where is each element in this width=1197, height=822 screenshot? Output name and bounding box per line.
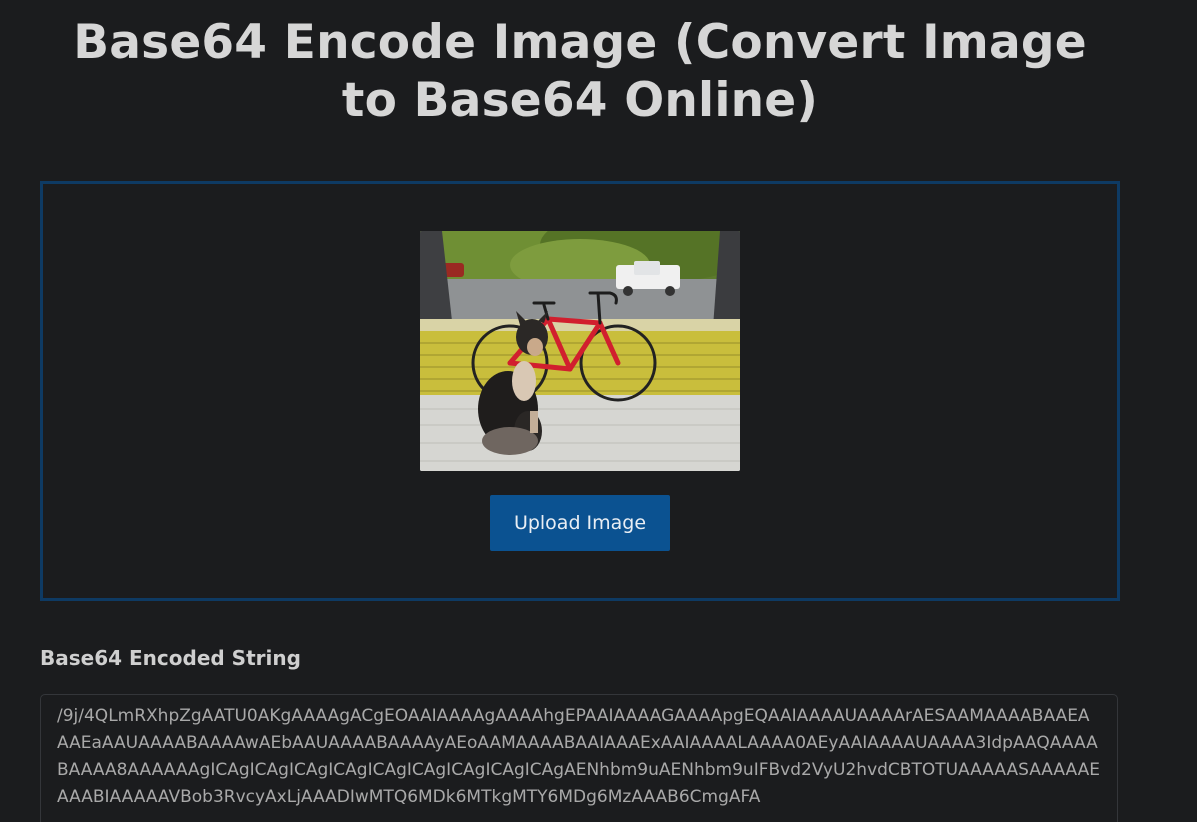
preview-photo bbox=[420, 231, 740, 471]
page: Base64 Encode Image (Convert Image to Ba… bbox=[0, 0, 1197, 822]
page-title: Base64 Encode Image (Convert Image to Ba… bbox=[73, 15, 1087, 128]
upload-image-button[interactable]: Upload Image bbox=[490, 495, 670, 551]
output-label: Base64 Encoded String bbox=[40, 646, 301, 670]
image-preview bbox=[420, 231, 740, 471]
base64-output-textarea[interactable]: /9j/4QLmRXhpZgAATU0AKgAAAAgACgEOAAIAAAAg… bbox=[40, 694, 1118, 822]
image-dropzone[interactable]: Upload Image bbox=[40, 181, 1120, 601]
